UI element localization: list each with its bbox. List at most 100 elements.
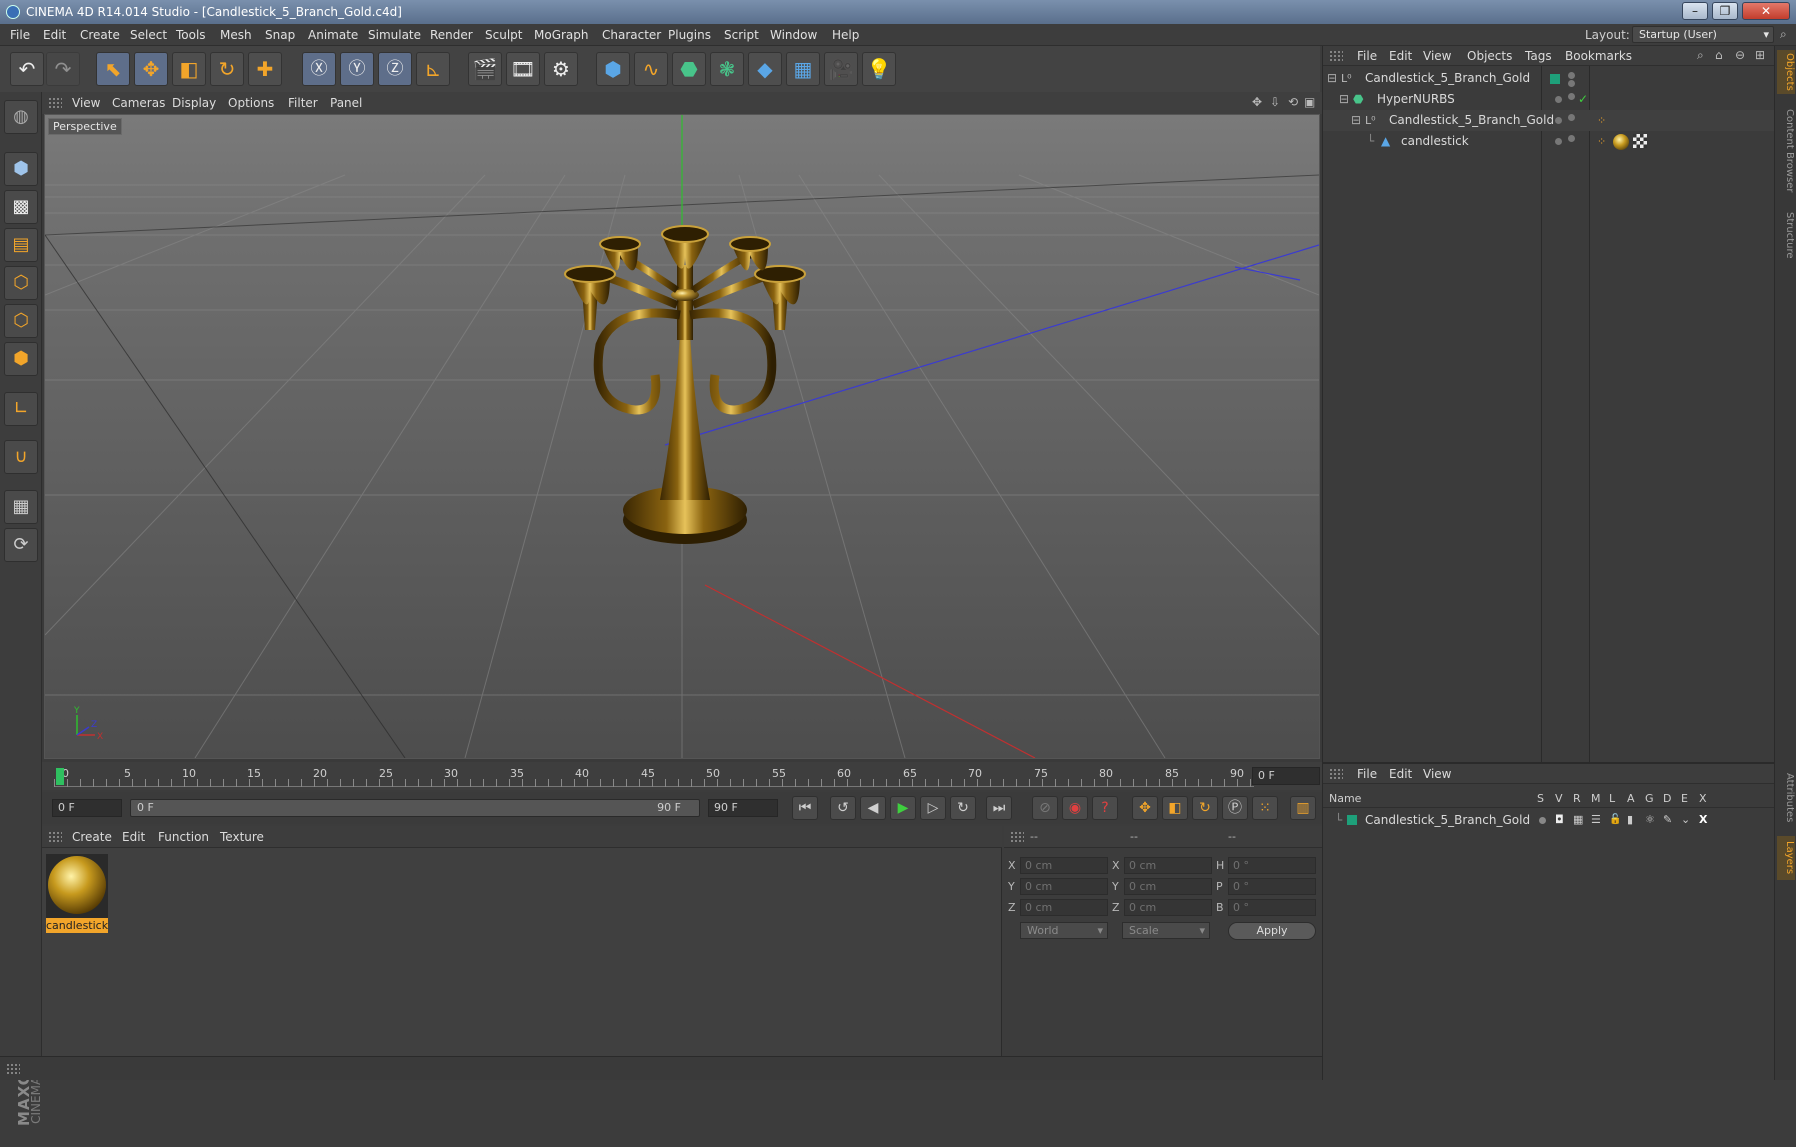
viewport-menu-filter[interactable]: Filter — [288, 96, 318, 110]
rot-h-field[interactable]: 0 ° — [1228, 857, 1316, 874]
zoom-view-icon[interactable]: ⇩ — [1270, 95, 1280, 109]
viewport-menu-options[interactable]: Options — [228, 96, 274, 110]
menu-file[interactable]: File — [10, 28, 30, 42]
tab-content-browser[interactable]: Content Browser — [1777, 106, 1795, 196]
pos-z-field[interactable]: 0 cm — [1020, 899, 1108, 916]
size-x-field[interactable]: 0 cm — [1124, 857, 1212, 874]
workplane-mode-icon[interactable]: ▤ — [4, 228, 38, 262]
panel-grip-icon[interactable] — [1329, 768, 1343, 780]
menu-plugins[interactable]: Plugins — [668, 28, 711, 42]
tab-attributes[interactable]: Attributes — [1777, 766, 1795, 830]
home-icon[interactable]: ⌂ — [1715, 48, 1723, 62]
start-frame-field[interactable]: 0 F — [52, 799, 122, 817]
axis-mode-icon[interactable]: ∟ — [4, 392, 38, 426]
layer-color-icon[interactable] — [1347, 815, 1357, 825]
workplane-lock-icon[interactable]: ▦ — [4, 490, 38, 524]
live-selection-icon[interactable]: ⬉ — [96, 52, 130, 86]
key-parameter-icon[interactable]: Ⓟ — [1222, 796, 1248, 820]
animation-icon[interactable]: ▮ — [1627, 810, 1633, 830]
menu-window[interactable]: Window — [770, 28, 817, 42]
menu-mograph[interactable]: MoGraph — [534, 28, 589, 42]
layer-row[interactable]: └ Candlestick_5_Branch_Gold ◘ ▦ ☰ 🔓 ▮ ⚛ … — [1323, 810, 1775, 830]
menu-edit[interactable]: Edit — [43, 28, 66, 42]
tab-structure[interactable]: Structure — [1777, 206, 1795, 264]
timeline-ruler[interactable]: 0 5 10 15 20 25 30 35 40 45 50 55 60 65 … — [42, 762, 1322, 790]
menu-snap[interactable]: Snap — [265, 28, 295, 42]
material-tag-icon[interactable] — [1613, 134, 1629, 150]
object-menu-bookmarks[interactable]: Bookmarks — [1565, 49, 1632, 63]
generator-icon[interactable]: ⚛ — [1645, 810, 1655, 830]
column-name[interactable]: Name — [1329, 792, 1361, 805]
previous-key-icon[interactable]: ↺ — [830, 796, 856, 820]
size-y-field[interactable]: 0 cm — [1124, 878, 1212, 895]
object-row[interactable]: ⊟ ⬣ HyperNURBS ✓ — [1323, 89, 1775, 110]
menu-tools[interactable]: Tools — [176, 28, 206, 42]
column-xref[interactable]: X — [1699, 792, 1707, 805]
layer-menu-file[interactable]: File — [1357, 767, 1377, 781]
new-panel-icon[interactable]: ⊞ — [1755, 48, 1765, 62]
layer-color-icon[interactable] — [1550, 74, 1560, 84]
deformer-icon[interactable]: ✎ — [1663, 810, 1672, 830]
z-axis-lock-icon[interactable]: Ⓩ — [378, 52, 412, 86]
size-z-field[interactable]: 0 cm — [1124, 899, 1212, 916]
scale-icon[interactable]: ◧ — [172, 52, 206, 86]
playhead[interactable] — [56, 768, 64, 785]
render-picture-viewer-icon[interactable]: 🎞 — [506, 52, 540, 86]
rotate-icon[interactable]: ↻ — [210, 52, 244, 86]
search-icon[interactable]: ⌕ — [1780, 27, 1787, 42]
current-frame-field[interactable]: 0 F — [1252, 767, 1320, 785]
material-menu-function[interactable]: Function — [158, 830, 209, 844]
object-menu-file[interactable]: File — [1357, 49, 1377, 63]
key-position-icon[interactable]: ✥ — [1132, 796, 1158, 820]
layer-menu-edit[interactable]: Edit — [1389, 767, 1412, 781]
object-row[interactable]: ⊟ L⁰ Candlestick_5_Branch_Gold — [1323, 68, 1775, 89]
editor-visibility-dot[interactable] — [1568, 72, 1575, 79]
menu-select[interactable]: Select — [130, 28, 167, 42]
minimize-panel-icon[interactable]: ⊖ — [1735, 48, 1745, 62]
make-editable-icon[interactable]: ◍ — [4, 100, 38, 134]
panel-grip-icon[interactable] — [48, 831, 62, 843]
phong-tag-icon[interactable]: ⁘ — [1597, 131, 1606, 152]
menu-create[interactable]: Create — [80, 28, 120, 42]
render-visibility-dot[interactable] — [1568, 114, 1575, 121]
key-scale-icon[interactable]: ◧ — [1162, 796, 1188, 820]
view-eye-icon[interactable]: ◘ — [1555, 810, 1564, 830]
menu-sculpt[interactable]: Sculpt — [485, 28, 522, 42]
maximize-view-icon[interactable]: ▣ — [1304, 95, 1315, 109]
render-visibility-dot[interactable] — [1568, 93, 1575, 100]
object-menu-objects[interactable]: Objects — [1467, 49, 1512, 63]
solo-dot[interactable] — [1539, 817, 1546, 824]
column-animation[interactable]: A — [1627, 792, 1635, 805]
editor-visibility-dot[interactable] — [1555, 138, 1562, 145]
menu-script[interactable]: Script — [724, 28, 759, 42]
size-mode-select[interactable]: Scale ▾ — [1122, 922, 1210, 939]
material-swatch[interactable]: candlestick — [46, 854, 108, 934]
rotate-view-icon[interactable]: ⟲ — [1288, 95, 1298, 109]
material-menu-create[interactable]: Create — [72, 830, 112, 844]
viewport-menu-view[interactable]: View — [72, 96, 100, 110]
coordinate-mode-select[interactable]: World ▾ — [1020, 922, 1108, 939]
y-axis-lock-icon[interactable]: Ⓨ — [340, 52, 374, 86]
end-frame-field[interactable]: 90 F — [708, 799, 778, 817]
timeline-window-icon[interactable]: ▥ — [1290, 796, 1316, 820]
spline-pen-icon[interactable]: ∿ — [634, 52, 668, 86]
previous-frame-icon[interactable]: ◀ — [860, 796, 886, 820]
autokey-icon[interactable]: ◉ — [1062, 796, 1088, 820]
column-view[interactable]: V — [1555, 792, 1563, 805]
range-slider[interactable]: 0 F 90 F — [130, 799, 700, 817]
search-icon[interactable]: ⌕ — [1697, 48, 1704, 63]
snap-magnet-icon[interactable]: ∪ — [4, 440, 38, 474]
texture-mode-icon[interactable]: ▩ — [4, 190, 38, 224]
render-view-icon[interactable]: 🎬 — [468, 52, 502, 86]
minimize-button[interactable]: – — [1682, 2, 1708, 20]
render-settings-icon[interactable]: ⚙ — [544, 52, 578, 86]
collapse-icon[interactable]: ⊟ — [1339, 89, 1349, 110]
locked-workplane-icon[interactable]: ⟳ — [4, 528, 38, 562]
keyframe-selection-icon[interactable]: ? — [1092, 796, 1118, 820]
light-icon[interactable]: 💡 — [862, 52, 896, 86]
points-mode-icon[interactable]: ⬡ — [4, 266, 38, 300]
key-pla-icon[interactable]: ⁙ — [1252, 796, 1278, 820]
tab-objects[interactable]: Objects — [1777, 50, 1795, 94]
x-axis-lock-icon[interactable]: Ⓧ — [302, 52, 336, 86]
column-locked[interactable]: L — [1609, 792, 1615, 805]
